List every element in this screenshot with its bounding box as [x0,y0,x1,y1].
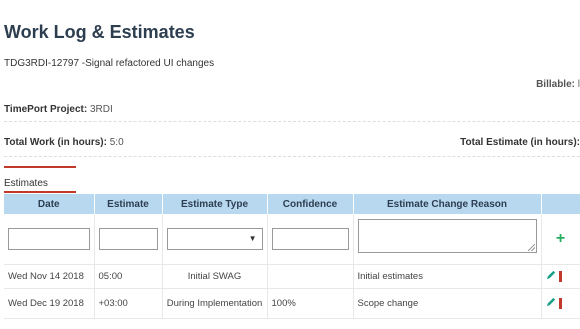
table-header-row: Date Estimate Estimate Type Confidence E… [4,194,580,214]
table-row: Wed Nov 14 2018 05:00 Initial SWAG Initi… [4,264,580,289]
trash-icon[interactable] [558,297,562,309]
ticket-subtitle: TDG3RDI-12797 -Signal refactored UI chan… [4,58,215,69]
page-title: Work Log & Estimates [4,22,195,42]
trash-icon[interactable] [558,270,562,282]
col-header-change-reason[interactable]: Estimate Change Reason [353,194,542,214]
change-reason-textarea[interactable] [357,218,537,253]
timeport-label: TimePort Project: [4,104,88,115]
col-header-estimate-type[interactable]: Estimate Type [162,194,268,214]
plus-icon[interactable]: + [556,230,565,247]
resize-grip-icon[interactable] [527,243,535,251]
col-header-confidence[interactable]: Confidence [267,194,354,214]
billable-label: Billable: [536,79,575,90]
row-estimate: +03:00 [94,288,163,319]
row-estimate-type: During Implementation [162,288,268,319]
billable-field: Billable: l [536,79,580,90]
col-header-estimate[interactable]: Estimate [94,194,163,214]
row-estimate-type: Initial SWAG [162,264,268,289]
total-work-value: 5:0 [109,137,124,148]
row-actions [541,264,580,289]
tab-estimates[interactable]: Estimates [4,178,48,189]
row-confidence [267,264,354,289]
row-change-reason: Initial estimates [353,264,542,289]
row-actions [541,288,580,319]
confidence-input[interactable] [271,227,349,250]
tab-indicator [4,166,76,168]
estimate-input[interactable] [98,227,158,250]
new-estimate-row: ▼ + [4,214,580,265]
date-input[interactable] [8,227,90,250]
caret-down-icon: ▼ [248,233,257,243]
pencil-icon[interactable] [546,296,557,310]
estimate-type-select[interactable]: ▼ [166,227,263,250]
total-work-label: Total Work (in hours): [4,137,107,148]
tab-estimates-underline [4,191,76,193]
row-confidence: 100% [267,288,354,319]
total-estimate-field: Total Estimate (in hours): [460,137,580,148]
pencil-icon[interactable] [546,269,557,283]
row-date: Wed Nov 14 2018 [4,264,95,289]
table-row: Wed Dec 19 2018 +03:00 During Implementa… [4,288,580,319]
col-header-actions [541,194,580,214]
row-date: Wed Dec 19 2018 [4,288,95,319]
total-estimate-label: Total Estimate (in hours): [460,137,580,148]
col-header-date[interactable]: Date [4,194,95,214]
timeport-value: 3RDI [89,104,113,115]
total-work-row: Total Work (in hours): 5:0 Total Estimat… [4,137,580,157]
estimates-table: Date Estimate Estimate Type Confidence E… [4,194,580,319]
timeport-project-row: TimePort Project: 3RDI [4,104,580,122]
row-change-reason: Scope change [353,288,542,319]
row-estimate: 05:00 [94,264,163,289]
